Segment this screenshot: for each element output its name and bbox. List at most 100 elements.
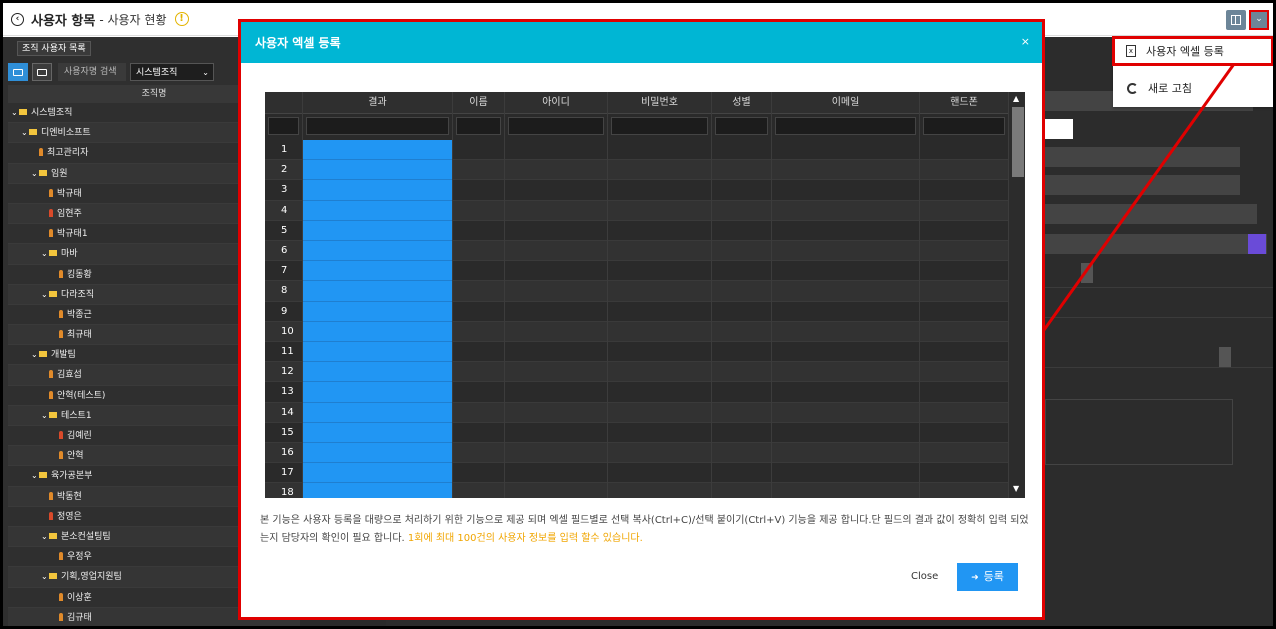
grid-cell[interactable] [712,463,771,484]
grid-cell[interactable] [920,362,1008,383]
grid-cell[interactable] [772,382,919,403]
grid-cell[interactable] [608,402,711,423]
grid-cell[interactable] [303,261,452,282]
grid-cell[interactable] [505,443,607,464]
grid-cell[interactable] [608,261,711,282]
grid-cell[interactable] [303,281,452,302]
grid-cell[interactable] [772,221,919,241]
open-folder-button[interactable] [8,63,28,81]
grid-cell[interactable] [712,180,771,201]
grid-cell[interactable] [712,140,771,161]
column-header[interactable]: 핸드폰 [920,92,1008,114]
column-header[interactable]: 비밀번호 [608,92,711,114]
grid-cell[interactable] [505,281,607,302]
chevron-down-icon[interactable] [1081,263,1093,283]
grid-cell[interactable] [303,443,452,464]
column-filter-input[interactable] [611,117,708,135]
grid-cell[interactable] [505,463,607,484]
column-header[interactable]: 결과 [303,92,452,114]
excel-grid[interactable]: 핸드폰 이메일 성별 비밀번호 아이디 이름 결과 1 2 3 4 5 6 7 8 9 10 11 12 13 14 15… [265,92,1025,498]
column-filter-input[interactable] [923,117,1005,135]
tab-org-user-list[interactable]: 조직 사용자 목록 [17,41,91,56]
grid-cell[interactable] [608,483,711,498]
column-filter-input[interactable] [775,117,916,135]
grid-cell[interactable] [712,321,771,342]
column-filter-input[interactable] [306,117,449,135]
grid-cell[interactable] [608,362,711,383]
grid-cell[interactable] [772,443,919,464]
grid-cell[interactable] [772,180,919,201]
grid-cell[interactable] [505,362,607,383]
grid-cell[interactable] [303,362,452,383]
grid-cell[interactable] [712,281,771,302]
grid-cell[interactable] [920,402,1008,423]
grid-cell[interactable] [712,200,771,221]
grid-cell[interactable] [712,160,771,181]
grid-cell[interactable] [920,321,1008,342]
grid-cell[interactable] [505,483,607,498]
menu-item-refresh[interactable]: 새로 고침 [1113,73,1273,103]
grid-cell[interactable] [505,423,607,443]
chevron-down-icon[interactable]: ⌄ [11,103,19,123]
grid-cell[interactable] [505,160,607,181]
back-icon[interactable]: ‹ [11,12,24,26]
toggle-field[interactable] [1045,119,1073,139]
grid-cell[interactable] [303,342,452,363]
grid-scrollbar[interactable]: ▲ ▼ [1009,92,1025,498]
grid-cell[interactable] [608,180,711,201]
grid-cell[interactable] [453,483,504,498]
grid-cell[interactable] [505,140,607,161]
scroll-thumb[interactable] [1012,107,1024,177]
grid-cell[interactable] [712,423,771,443]
grid-cell[interactable] [505,342,607,363]
grid-cell[interactable] [453,443,504,464]
grid-cell[interactable] [920,200,1008,221]
column-header[interactable]: 이름 [453,92,504,114]
column-header[interactable]: 이메일 [772,92,919,114]
grid-cell[interactable] [608,221,711,241]
grid-cell[interactable] [505,321,607,342]
grid-cell[interactable] [772,281,919,302]
chevron-down-icon[interactable]: ⌄ [31,466,39,486]
chevron-down-icon[interactable]: ⌄ [31,345,39,365]
grid-cell[interactable] [303,402,452,423]
grid-cell[interactable] [303,483,452,498]
grid-cell[interactable] [920,140,1008,161]
grid-cell[interactable] [772,200,919,221]
column-filter-input[interactable] [508,117,604,135]
grid-cell[interactable] [453,160,504,181]
column-filter-input[interactable] [456,117,501,135]
scroll-down-icon[interactable]: ▼ [1013,484,1019,493]
grid-cell[interactable] [453,463,504,484]
grid-cell[interactable] [712,342,771,363]
close-icon[interactable]: × [1021,35,1030,48]
grid-cell[interactable] [608,342,711,363]
grid-cell[interactable] [303,220,452,241]
grid-cell[interactable] [920,463,1008,484]
column-filter-input[interactable] [715,117,768,135]
scroll-up-icon[interactable]: ▲ [1013,94,1019,103]
column-filter-input[interactable] [268,117,299,135]
grid-cell[interactable] [920,483,1008,498]
grid-cell[interactable] [920,281,1008,302]
grid-cell[interactable] [772,463,919,484]
grid-cell[interactable] [303,140,452,161]
grid-cell[interactable] [303,422,452,443]
grid-cell[interactable] [772,362,919,383]
grid-cell[interactable] [505,241,607,262]
grid-cell[interactable] [303,382,452,403]
grid-cell[interactable] [772,483,919,498]
grid-cell[interactable] [712,302,771,322]
chevron-down-icon[interactable]: ⌄ [41,567,49,587]
grid-cell[interactable] [303,301,452,322]
grid-cell[interactable] [712,261,771,282]
edit-icon[interactable] [1248,234,1266,254]
grid-cell[interactable] [608,241,711,262]
grid-cell[interactable] [303,160,452,181]
grid-cell[interactable] [608,140,711,161]
grid-cell[interactable] [303,321,452,342]
grid-cell[interactable] [772,140,919,161]
chevron-down-icon[interactable]: ⌄ [41,285,49,305]
grid-cell[interactable] [453,241,504,262]
grid-cell[interactable] [453,261,504,282]
